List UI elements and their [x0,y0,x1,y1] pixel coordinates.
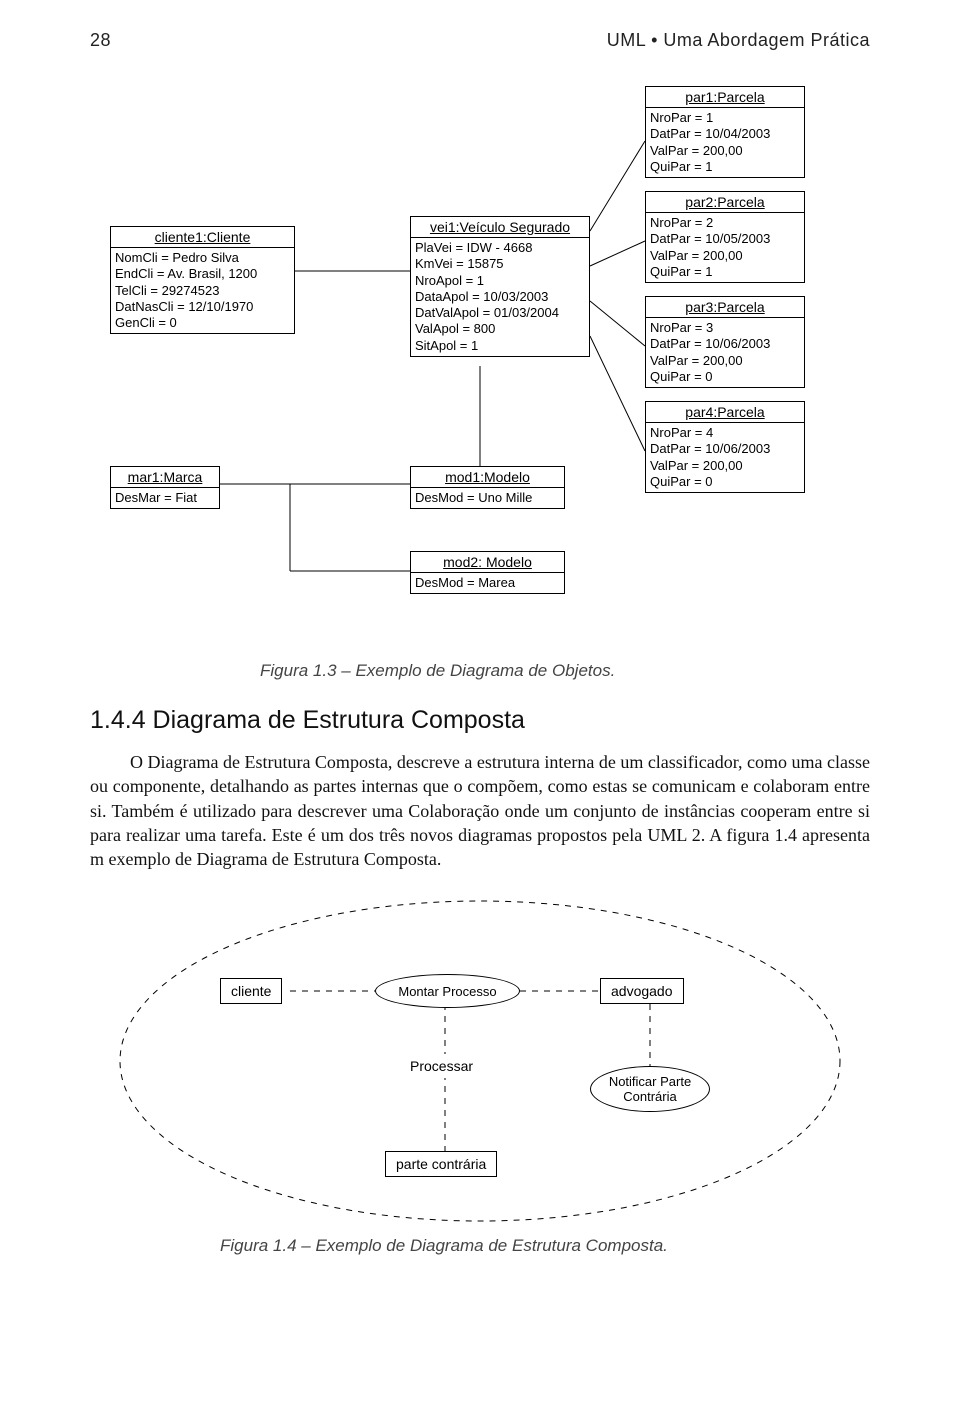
page-number: 28 [90,30,111,51]
mod1-box: mod1:Modelo DesMod = Uno Mille [410,466,565,509]
par4-box: par4:Parcela NroPar = 4 DatPar = 10/06/2… [645,401,805,493]
figure-1-3-caption: Figura 1.3 – Exemplo de Diagrama de Obje… [260,661,870,681]
page-header: 28 UML • Uma Abordagem Prática [90,30,870,51]
advogado-role: advogado [600,978,684,1004]
veiculo-box: vei1:Veículo Segurado PlaVei = IDW - 466… [410,216,590,357]
object-diagram: cliente1:Cliente NomCli = Pedro Silva En… [90,71,870,651]
mod2-box: mod2: Modelo DesMod = Marea [410,551,565,594]
veiculo-body: PlaVei = IDW - 4668 KmVei = 15875 NroApo… [411,238,589,356]
parte-contraria-role: parte contrária [385,1151,497,1177]
cliente-body: NomCli = Pedro Silva EndCli = Av. Brasil… [111,248,294,333]
par2-box: par2:Parcela NroPar = 2 DatPar = 10/05/2… [645,191,805,283]
section-paragraph: O Diagrama de Estrutura Composta, descre… [90,750,870,871]
cliente-title: cliente1:Cliente [111,227,294,248]
header-title: UML • Uma Abordagem Prática [607,30,870,51]
composite-structure-diagram: cliente Montar Processo advogado Process… [90,896,870,1226]
veiculo-title: vei1:Veículo Segurado [411,217,589,238]
cliente-role: cliente [220,978,282,1004]
par1-box: par1:Parcela NroPar = 1 DatPar = 10/04/2… [645,86,805,178]
par3-box: par3:Parcela NroPar = 3 DatPar = 10/06/2… [645,296,805,388]
processar-label: Processar [400,1054,483,1078]
mar1-box: mar1:Marca DesMar = Fiat [110,466,220,509]
figure-1-4-caption: Figura 1.4 – Exemplo de Diagrama de Estr… [220,1236,870,1256]
section-heading: 1.4.4 Diagrama de Estrutura Composta [90,706,870,735]
cliente-box: cliente1:Cliente NomCli = Pedro Silva En… [110,226,295,334]
